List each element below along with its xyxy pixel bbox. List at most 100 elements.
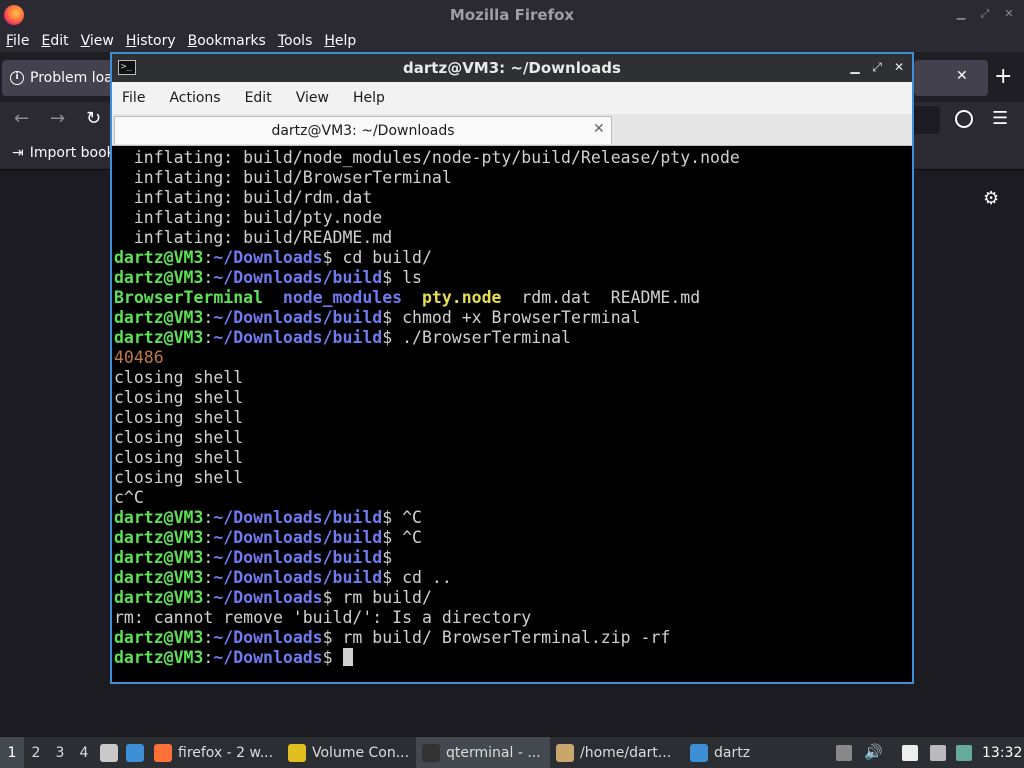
taskbar-app-label: /home/dart...: [580, 744, 672, 761]
taskbar-app-item[interactable]: Volume Con...: [282, 737, 416, 768]
workspace-4[interactable]: 4: [72, 737, 96, 768]
url-bar[interactable]: [914, 106, 940, 134]
terminal-menubar: File Actions Edit View Help: [112, 82, 912, 114]
terminal-text: $ ^C: [382, 508, 422, 527]
terminal-text: ~/Downloads: [213, 648, 323, 667]
minimize-icon[interactable]: ▁: [954, 6, 968, 22]
terminal-text: ~/Downloads/build: [213, 548, 383, 567]
clipboard-icon[interactable]: [836, 745, 852, 761]
terminal-app-icon: >_: [118, 60, 136, 75]
terminal-line: dartz@VM3:~/Downloads$ rm build/ Browser…: [114, 628, 912, 648]
terminal-menu-view[interactable]: View: [296, 90, 329, 106]
terminal-text: $: [322, 648, 343, 667]
terminal-text: $ ls: [382, 268, 422, 287]
terminal-menu-actions[interactable]: Actions: [169, 90, 220, 106]
terminal-titlebar[interactable]: >_ dartz@VM3: ~/Downloads ▁ ⤢ ✕: [112, 54, 912, 82]
terminal-line: closing shell: [114, 388, 912, 408]
terminal-text: closing shell: [114, 428, 244, 447]
taskbar-app-label: firefox - 2 w...: [178, 744, 274, 761]
clock: 13:32: [982, 745, 1023, 761]
folder-icon: [690, 743, 708, 762]
terminal-line: closing shell: [114, 368, 912, 388]
taskbar-app-label: Volume Con...: [312, 744, 410, 761]
tab-close-icon[interactable]: ✕: [956, 68, 968, 84]
terminal-line: inflating: build/rdm.dat: [114, 188, 912, 208]
terminal-text: inflating: build/README.md: [114, 228, 393, 247]
firefox-menu-help[interactable]: Help: [324, 33, 356, 49]
firefox-menu-history[interactable]: History: [126, 33, 176, 49]
terminal-text: dartz@VM3: [114, 308, 204, 327]
workspace-2[interactable]: 2: [24, 737, 48, 768]
terminal-tabbar: dartz@VM3: ~/Downloads ✕: [112, 114, 912, 146]
terminal-text: $ ^C: [382, 528, 422, 547]
terminal-text: ~/Downloads: [213, 248, 323, 267]
terminal-output[interactable]: inflating: build/node_modules/node-pty/b…: [112, 146, 912, 682]
firefox-menu-file[interactable]: File: [6, 33, 29, 49]
import-bookmarks-item[interactable]: ⇥ Import book: [12, 145, 115, 161]
terminal-menu-file[interactable]: File: [122, 90, 145, 106]
back-arrow-icon[interactable]: ←: [14, 108, 29, 129]
gear-icon[interactable]: ⚙: [983, 188, 999, 209]
terminal-line: dartz@VM3:~/Downloads$ cd build/: [114, 248, 912, 268]
firefox-menu-edit[interactable]: Edit: [41, 33, 68, 49]
terminal-text: closing shell: [114, 448, 244, 467]
terminal-line: dartz@VM3:~/Downloads/build$ ls: [114, 268, 912, 288]
reload-icon[interactable]: ↻: [86, 108, 101, 129]
workspace-3[interactable]: 3: [48, 737, 72, 768]
terminal-text: :: [203, 508, 214, 527]
terminal-menu-edit[interactable]: Edit: [245, 90, 272, 106]
display-icon[interactable]: [930, 745, 946, 761]
close-icon[interactable]: ✕: [1002, 6, 1016, 22]
taskbar-app-item[interactable]: dartz: [684, 737, 754, 768]
taskbar-app-item[interactable]: qterminal - ...: [416, 736, 550, 768]
terminal-text: dartz@VM3: [114, 328, 204, 347]
maximize-icon[interactable]: ⤢: [978, 6, 992, 22]
new-tab-icon[interactable]: +: [994, 64, 1012, 89]
firefox-menu-tools[interactable]: Tools: [278, 33, 313, 49]
hamburger-menu-icon[interactable]: ☰: [992, 108, 1008, 129]
maximize-icon[interactable]: ⤢: [870, 59, 884, 75]
taskbar-app-item[interactable]: firefox - 2 w...: [148, 737, 282, 768]
terminal-text: ~/Downloads/build: [213, 268, 383, 287]
terminal-text: dartz@VM3: [114, 628, 204, 647]
terminal-text: :: [203, 548, 214, 567]
taskbar-app-item[interactable]: /home/dart...: [550, 737, 684, 768]
notes-icon[interactable]: [902, 745, 918, 761]
volume-icon[interactable]: 🔊: [864, 743, 883, 761]
terminal-text: ~/Downloads/build: [213, 508, 383, 527]
terminal-text: closing shell: [114, 408, 244, 427]
tab-close-icon[interactable]: ✕: [593, 121, 605, 137]
workspace-1[interactable]: 1: [0, 736, 24, 768]
firefox-menu-bookmarks[interactable]: Bookmarks: [188, 33, 266, 49]
terminal-line: closing shell: [114, 448, 912, 468]
terminal-line: inflating: build/node_modules/node-pty/b…: [114, 148, 912, 168]
terminal-window-controls: ▁ ⤢ ✕: [848, 59, 906, 75]
network-icon[interactable]: [956, 745, 972, 761]
firefox-window-controls: ▁ ⤢ ✕: [954, 6, 1016, 22]
volume-control-icon: [288, 743, 306, 762]
file-manager-icon: [100, 743, 118, 762]
terminal-text: dartz@VM3: [114, 508, 204, 527]
account-icon[interactable]: [955, 110, 973, 128]
terminal-text: inflating: build/pty.node: [114, 208, 383, 227]
terminal-text: inflating: build/rdm.dat: [114, 188, 373, 207]
close-icon[interactable]: ✕: [892, 59, 906, 75]
terminal-tab[interactable]: dartz@VM3: ~/Downloads ✕: [114, 116, 612, 144]
quicklaunch-desktop[interactable]: [122, 737, 148, 768]
terminal-text: closing shell: [114, 388, 244, 407]
terminal-text: $ ./BrowserTerminal: [382, 328, 571, 347]
terminal-text: :: [203, 268, 214, 287]
terminal-menu-help[interactable]: Help: [353, 90, 385, 106]
terminal-text: dartz@VM3: [114, 648, 204, 667]
firefox-menu-view[interactable]: View: [81, 33, 114, 49]
quicklaunch-files[interactable]: [96, 737, 122, 768]
firefox-tab[interactable]: i Problem loa: [2, 60, 114, 96]
minimize-icon[interactable]: ▁: [848, 59, 862, 75]
taskbar-app-label: dartz: [714, 744, 751, 761]
terminal-line: rm: cannot remove 'build/': Is a directo…: [114, 608, 912, 628]
firefox-window-title: Mozilla Firefox: [449, 6, 575, 24]
forward-arrow-icon[interactable]: →: [50, 108, 65, 129]
terminal-line: dartz@VM3:~/Downloads/build$ chmod +x Br…: [114, 308, 912, 328]
terminal-text: dartz@VM3: [114, 568, 204, 587]
terminal-text: ~/Downloads/build: [213, 568, 383, 587]
